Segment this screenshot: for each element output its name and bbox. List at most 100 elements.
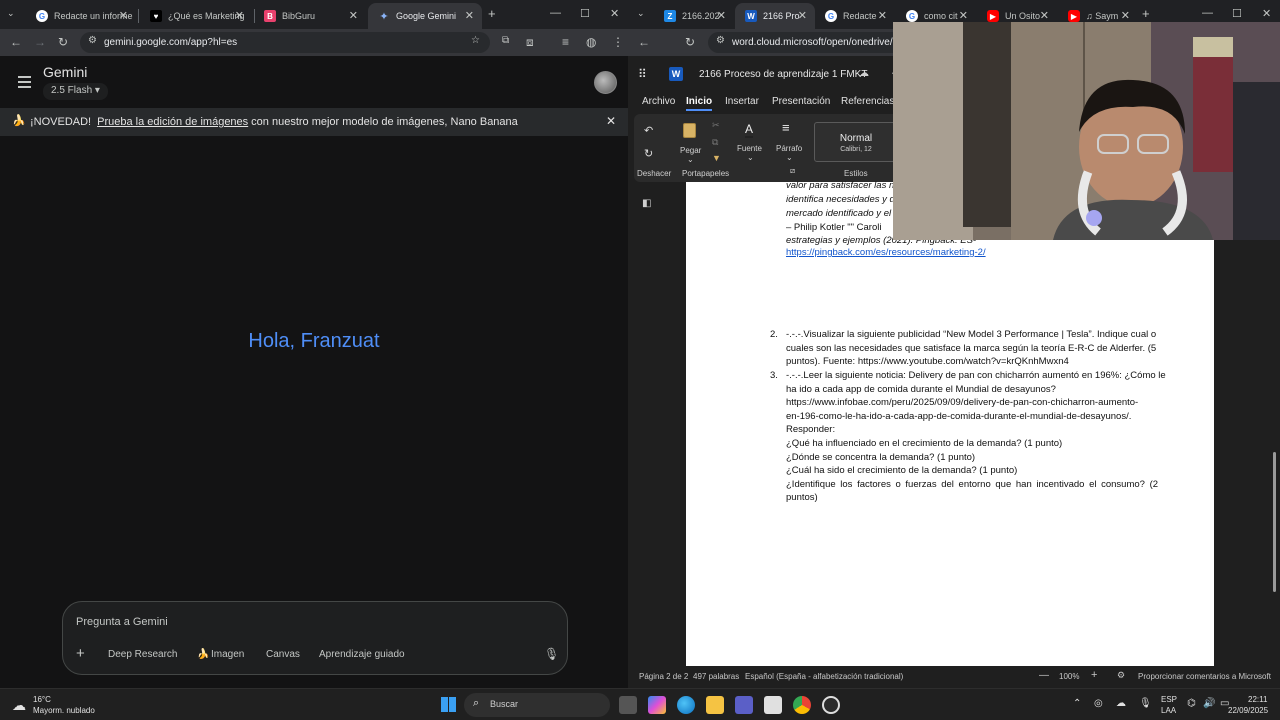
paste-button[interactable]: Pegar <box>680 146 701 155</box>
tab-presentacion[interactable]: Presentación <box>772 96 830 107</box>
copilot-icon[interactable] <box>648 696 666 714</box>
back-icon[interactable]: ← <box>638 35 650 49</box>
minimize-icon[interactable]: — <box>1202 7 1213 19</box>
close-window-icon[interactable]: ✕ <box>1262 7 1271 20</box>
copy-icon[interactable]: ⧉ <box>712 137 718 148</box>
account-avatar[interactable] <box>594 71 617 94</box>
reload-icon[interactable]: ↻ <box>58 35 68 49</box>
tab-redacte[interactable]: G Redacte un informe ✕ <box>26 3 136 29</box>
undo-icon[interactable]: ↶ <box>644 124 653 137</box>
url-field[interactable]: ⚙ gemini.google.com/app?hl=es ☆ <box>80 32 490 53</box>
clock-date[interactable]: 22/09/2025 <box>1228 706 1268 715</box>
close-tab-icon[interactable]: ✕ <box>1121 9 1130 22</box>
language-status[interactable]: Español (España - alfabetización tradici… <box>745 672 903 681</box>
profile-icon[interactable]: ◍ <box>586 35 596 49</box>
prompt-box[interactable]: Pregunta a Gemini + Deep Research 🍌 Imag… <box>62 601 568 675</box>
close-banner-icon[interactable]: ✕ <box>606 114 616 128</box>
obs-icon[interactable] <box>822 696 840 714</box>
tool-canvas[interactable]: Canvas <box>266 649 300 660</box>
tab-que-es-marketing[interactable]: ♥ ¿Qué es Marketing ✕ <box>140 3 252 29</box>
new-tab-icon[interactable]: + <box>1142 6 1150 21</box>
zoom-level[interactable]: 100% <box>1059 672 1079 681</box>
zoom-out-icon[interactable]: — <box>1039 670 1049 681</box>
taskbar-search-box[interactable]: ⌕ Buscar <box>464 693 610 717</box>
tab-inicio[interactable]: Inicio <box>686 96 713 111</box>
translate-icon[interactable]: ⧉ <box>502 35 509 46</box>
dialog-launcher-icon[interactable]: ⧄ <box>790 166 795 176</box>
document-title[interactable]: 2166 Proceso de aprendizaje 1 FMKT <box>699 69 867 80</box>
weather-icon[interactable]: ☁ <box>12 697 26 714</box>
font-chevron-icon[interactable]: ⌄ <box>747 153 754 162</box>
format-painter-icon[interactable]: ▼ <box>712 153 721 163</box>
minimize-icon[interactable]: — <box>550 7 561 19</box>
weather-desc[interactable]: Mayorm. nublado <box>33 706 95 715</box>
add-files-icon[interactable]: + <box>76 645 85 662</box>
back-icon[interactable]: ← <box>10 35 22 49</box>
paragraph-chevron-icon[interactable]: ⌄ <box>786 153 793 162</box>
reload-icon[interactable]: ↻ <box>685 35 695 49</box>
store-icon[interactable] <box>764 696 782 714</box>
font-color-icon[interactable]: A <box>745 122 754 138</box>
feedback-icon[interactable]: ⚙ <box>1117 670 1125 681</box>
quote-link[interactable]: https://pingback.com/es/resources/market… <box>786 246 986 260</box>
media-icon[interactable]: ≡ <box>562 35 569 49</box>
close-tab-icon[interactable]: ✕ <box>1040 9 1049 22</box>
file-explorer-icon[interactable] <box>706 696 724 714</box>
close-tab-icon[interactable]: ✕ <box>798 9 807 22</box>
tab-google-gemini[interactable]: ✦ Google Gemini ✕ <box>368 3 482 29</box>
language-sub[interactable]: LAA <box>1161 706 1176 715</box>
scrollbar[interactable] <box>1273 452 1276 592</box>
close-tab-icon[interactable]: ✕ <box>349 9 358 22</box>
tray-chevron-icon[interactable]: ⌃ <box>1073 698 1081 709</box>
tab-archivo[interactable]: Archivo <box>642 96 675 107</box>
document-page[interactable]: valor para satisfacer las n identifica n… <box>686 180 1214 666</box>
chrome-icon[interactable] <box>793 696 811 714</box>
navigation-pane-icon[interactable]: ◧ <box>642 198 651 209</box>
close-window-icon[interactable]: ✕ <box>610 7 619 20</box>
weather-temp[interactable]: 16°C <box>33 695 51 704</box>
tool-aprendizaje-guiado[interactable]: Aprendizaje guiado <box>319 649 405 660</box>
tray-app-icon[interactable]: ◎ <box>1094 698 1103 709</box>
prompt-input[interactable]: Pregunta a Gemini <box>76 616 168 628</box>
model-selector[interactable]: 2.5 Flash ▾ <box>43 83 108 100</box>
page-count[interactable]: Página 2 de 2 <box>639 672 688 681</box>
new-tab-icon[interactable]: + <box>488 6 496 21</box>
tab-redacte[interactable]: G Redacte ✕ <box>815 3 895 29</box>
tab-2166-proceso[interactable]: W 2166 Pro ✕ <box>735 3 815 29</box>
style-normal[interactable]: Normal Calibri, 12 <box>814 122 898 162</box>
close-tab-icon[interactable]: ✕ <box>959 9 968 22</box>
maximize-icon[interactable]: ☐ <box>1232 7 1242 20</box>
site-info-icon[interactable]: ⚙ <box>88 35 97 46</box>
hamburger-menu-icon[interactable] <box>18 76 31 88</box>
close-tab-icon[interactable]: ✕ <box>235 9 244 22</box>
tab-referencias[interactable]: Referencias <box>841 96 894 107</box>
font-button[interactable]: Fuente <box>737 144 762 153</box>
extensions-icon[interactable]: ⧈ <box>526 35 534 50</box>
paragraph-icon[interactable]: ≡ <box>782 120 790 135</box>
cut-icon[interactable]: ✂ <box>712 120 720 131</box>
clock-time[interactable]: 22:11 <box>1248 695 1267 704</box>
edge-icon[interactable] <box>677 696 695 714</box>
feedback-link[interactable]: Proporcionar comentarios a Microsoft <box>1138 672 1271 681</box>
close-tab-icon[interactable]: ✕ <box>465 9 474 22</box>
zoom-in-icon[interactable]: + <box>1091 669 1097 681</box>
app-launcher-icon[interactable]: ⠿ <box>638 67 647 81</box>
bookmark-star-icon[interactable]: ☆ <box>471 35 480 46</box>
start-icon[interactable] <box>441 697 456 712</box>
forward-icon[interactable]: → <box>34 35 46 49</box>
language-code[interactable]: ESP <box>1161 695 1177 704</box>
chrome-menu-icon[interactable]: ⋮ <box>612 35 624 49</box>
tab-insertar[interactable]: Insertar <box>725 96 759 107</box>
network-icon[interactable]: ⌬ <box>1187 698 1196 709</box>
task-view-icon[interactable] <box>619 696 637 714</box>
site-info-icon[interactable]: ⚙ <box>716 35 725 46</box>
teams-icon[interactable] <box>735 696 753 714</box>
paste-chevron-icon[interactable]: ⌄ <box>687 155 694 164</box>
tab-bibguru[interactable]: B BibGuru ✕ <box>254 3 366 29</box>
onedrive-icon[interactable]: ☁ <box>1116 698 1126 709</box>
close-tab-icon[interactable]: ✕ <box>717 9 726 22</box>
tool-deep-research[interactable]: Deep Research <box>108 649 177 660</box>
tool-imagen[interactable]: Imagen <box>211 649 244 660</box>
tab-search-button[interactable]: ⌄ <box>7 8 15 19</box>
banner-link[interactable]: Prueba la edición de imágenes <box>97 116 248 128</box>
